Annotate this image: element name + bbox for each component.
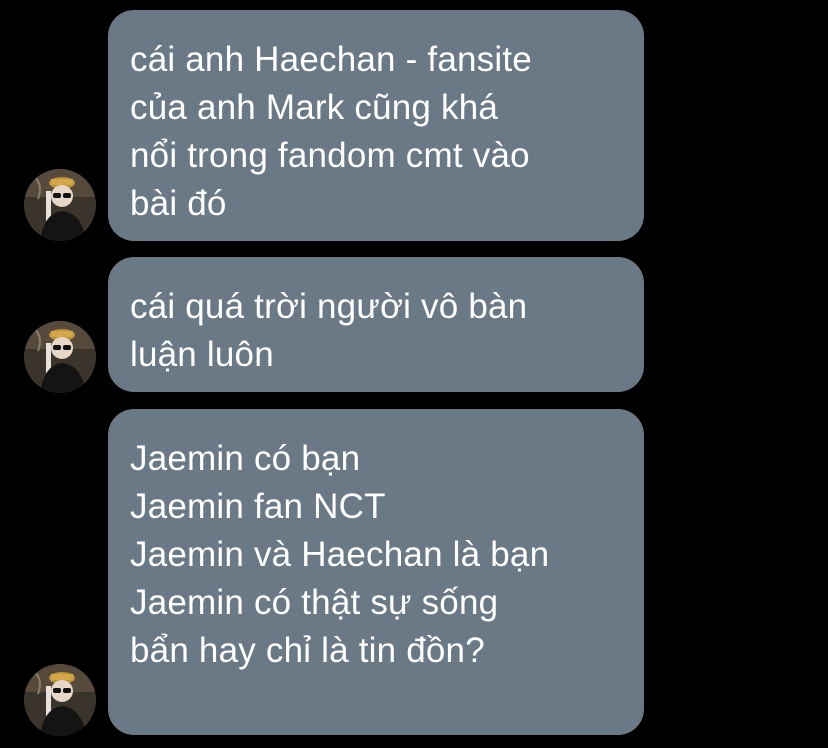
chat-thread: cái anh Haechan - fansite của anh Mark c…: [0, 0, 828, 748]
message-text-line: Jaemin có bạn: [130, 439, 361, 478]
sender-avatar[interactable]: [24, 321, 96, 393]
message-text-line: luận luôn: [130, 335, 274, 374]
avatar-photo-icon: [24, 664, 96, 736]
message-text-line: cái anh Haechan - fansite: [130, 40, 532, 79]
message-text-line: bài đó: [130, 184, 227, 223]
message-text-line: cái quá trời người vô bàn: [130, 287, 528, 326]
message-text-line: Jaemin và Haechan là bạn: [130, 535, 550, 574]
sender-avatar[interactable]: [24, 664, 96, 736]
message-bubble[interactable]: Jaemin có bạn Jaemin fan NCT Jaemin và H…: [108, 409, 644, 735]
sender-avatar[interactable]: [24, 169, 96, 241]
message-text-line: Jaemin fan NCT: [130, 487, 386, 526]
avatar-photo-icon: [24, 169, 96, 241]
message-bubble[interactable]: cái anh Haechan - fansite của anh Mark c…: [108, 10, 644, 241]
message-text-line: nổi trong fandom cmt vào: [130, 136, 530, 175]
avatar-photo-icon: [24, 321, 96, 393]
message-text-line: Jaemin có thật sự sống: [130, 583, 499, 622]
message-text-line: của anh Mark cũng khá: [130, 88, 499, 127]
message-text-line: bẩn hay chỉ là tin đồn?: [130, 631, 485, 670]
message-bubble[interactable]: cái quá trời người vô bàn luận luôn: [108, 257, 644, 392]
